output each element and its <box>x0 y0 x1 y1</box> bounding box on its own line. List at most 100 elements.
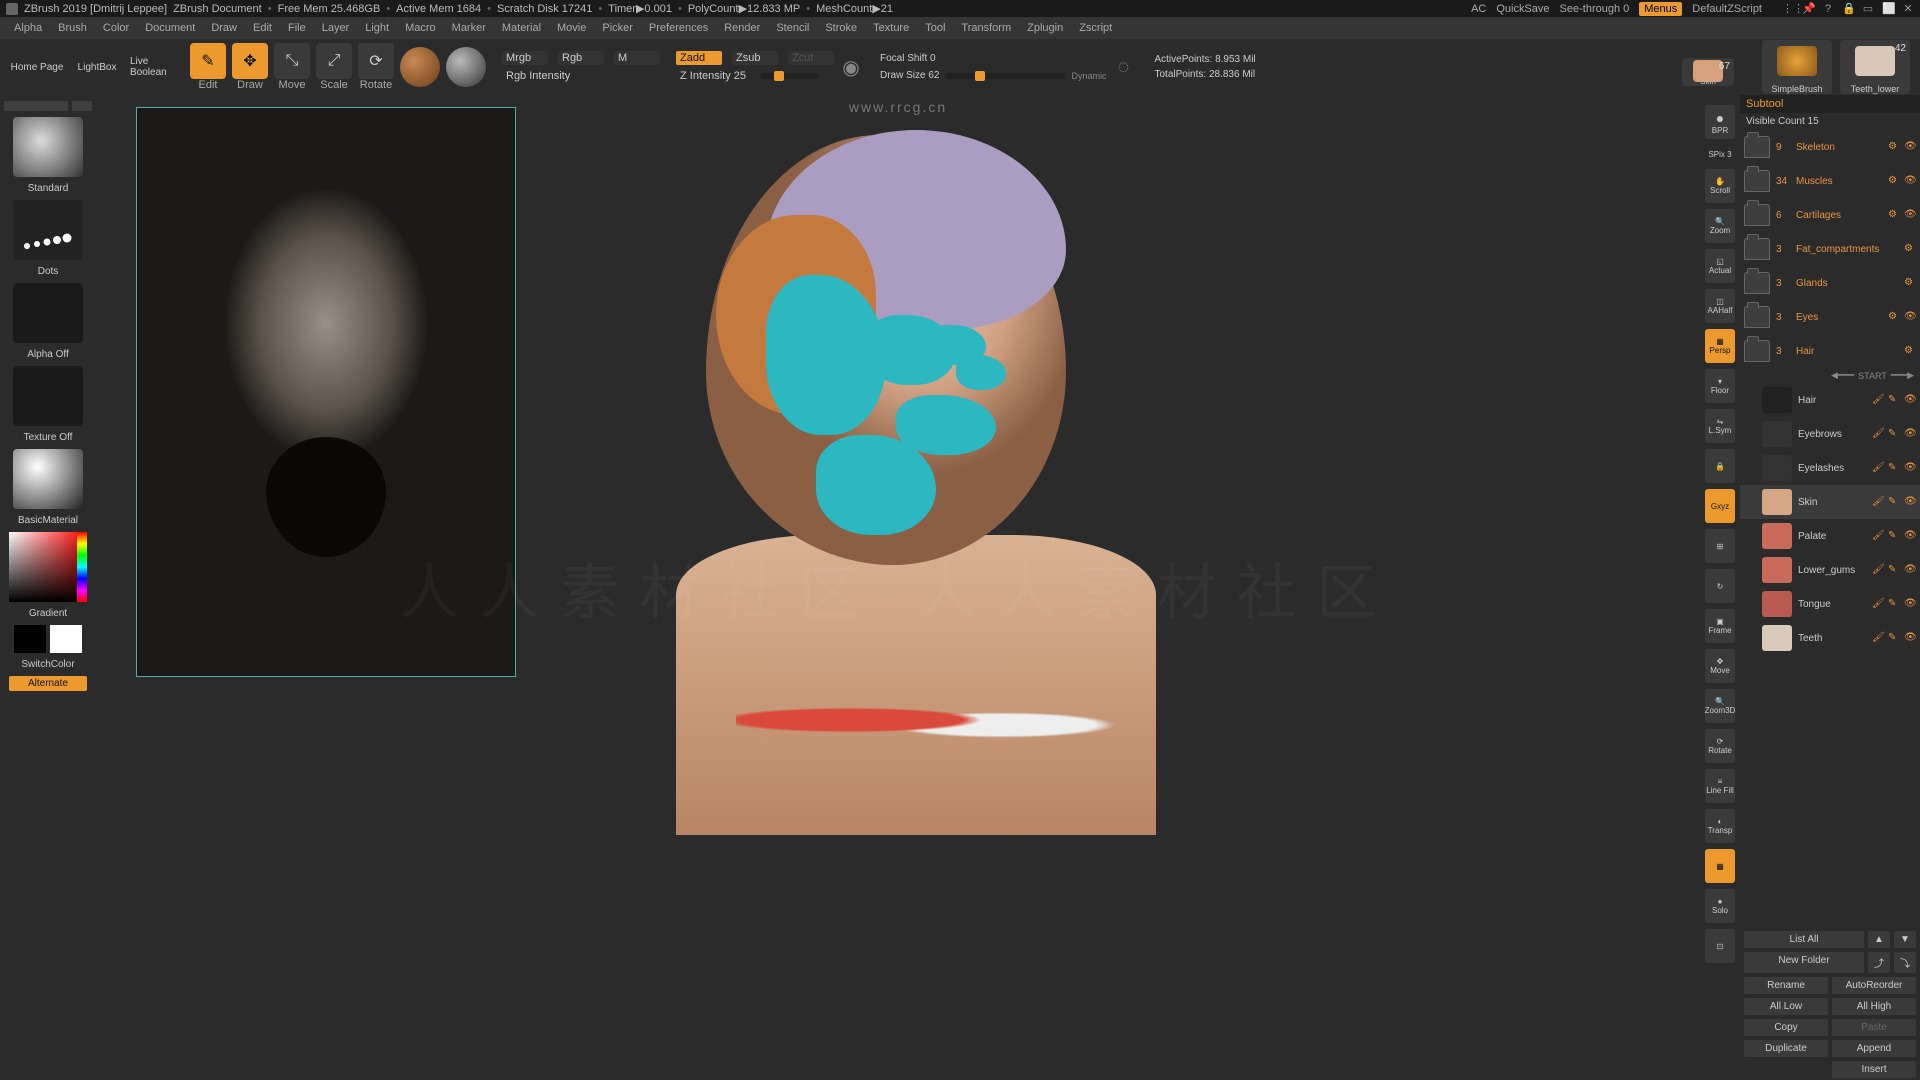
folder-eyes[interactable]: 3Eyes⚙👁 <box>1740 300 1920 334</box>
live-boolean-button[interactable]: Live Boolean <box>130 44 184 90</box>
allhigh-button[interactable]: All High <box>1832 998 1916 1015</box>
folder-cartilages[interactable]: 6Cartilages⚙👁 <box>1740 198 1920 232</box>
refresh-icon[interactable]: ↻ <box>1705 569 1735 603</box>
zoom-button[interactable]: 🔍Zoom <box>1705 209 1735 243</box>
dynamesh-icon[interactable]: ▦ <box>1705 849 1735 883</box>
item-eyelashes[interactable]: Eyelashes🖌✎👁 <box>1740 451 1920 485</box>
stabilize-icon[interactable]: ◉ <box>842 55 859 80</box>
bpr-button[interactable]: ●BPR <box>1705 105 1735 139</box>
actual-button[interactable]: ◱Actual <box>1705 249 1735 283</box>
folder-fat[interactable]: 3Fat_compartments⚙ <box>1740 232 1920 266</box>
close-icon[interactable]: ✕ <box>1902 3 1914 15</box>
material-thumbnail[interactable] <box>13 449 83 509</box>
minimize-icon[interactable]: ▭ <box>1862 3 1874 15</box>
reference-image-panel[interactable] <box>136 107 516 677</box>
menu-color[interactable]: Color <box>103 22 129 34</box>
menu-render[interactable]: Render <box>724 22 760 34</box>
zadd-button[interactable]: Zadd <box>676 51 722 65</box>
menu-texture[interactable]: Texture <box>873 22 909 34</box>
draw-mode-button[interactable]: ✥ <box>232 43 268 79</box>
alternate-button[interactable]: Alternate <box>9 676 87 691</box>
item-eyebrows[interactable]: Eyebrows🖌✎👁 <box>1740 417 1920 451</box>
alllow-button[interactable]: All Low <box>1744 998 1828 1015</box>
move-down-button[interactable]: ▼ <box>1894 931 1916 948</box>
folder-glands[interactable]: 3Glands⚙ <box>1740 266 1920 300</box>
alpha-thumbnail[interactable] <box>13 283 83 343</box>
switchcolor-button[interactable]: SwitchColor <box>21 659 74 670</box>
texture-thumbnail[interactable] <box>13 366 83 426</box>
duplicate-button[interactable]: Duplicate <box>1744 1040 1828 1057</box>
menu-edit[interactable]: Edit <box>253 22 272 34</box>
frame-button[interactable]: ▣Frame <box>1705 609 1735 643</box>
persp-button[interactable]: ▦Persp <box>1705 329 1735 363</box>
maximize-icon[interactable]: ⬜ <box>1882 3 1894 15</box>
menu-file[interactable]: File <box>288 22 306 34</box>
menu-marker[interactable]: Marker <box>452 22 486 34</box>
copy-button[interactable]: Copy <box>1744 1019 1828 1036</box>
secondary-swatch[interactable] <box>50 625 82 653</box>
main-swatch[interactable] <box>14 625 46 653</box>
listall-button[interactable]: List All <box>1744 931 1864 948</box>
scale-mode-button[interactable]: ⤢ <box>316 43 352 79</box>
z-intensity-label[interactable]: Z Intensity 25 <box>676 69 750 83</box>
floor-button[interactable]: ▾Floor <box>1705 369 1735 403</box>
lightbox-button[interactable]: LightBox <box>70 44 124 90</box>
mrgb-button[interactable]: Mrgb <box>502 51 548 65</box>
menu-tool[interactable]: Tool <box>925 22 945 34</box>
autoreorder-button[interactable]: AutoReorder <box>1832 977 1916 994</box>
menu-brush[interactable]: Brush <box>58 22 87 34</box>
item-tongue[interactable]: Tongue🖌✎👁 <box>1740 587 1920 621</box>
spix-label[interactable]: SPix 3 <box>1705 145 1735 163</box>
zcut-button[interactable]: Zcut <box>788 51 834 65</box>
lsym-button[interactable]: ⇋L.Sym <box>1705 409 1735 443</box>
color-picker[interactable] <box>9 532 87 602</box>
rotate-mode-button[interactable]: ⟳ <box>358 43 394 79</box>
solo-button[interactable]: ●Solo <box>1705 889 1735 923</box>
draw-size-label[interactable]: Draw Size 62 <box>880 70 939 81</box>
m-button[interactable]: M <box>614 51 660 65</box>
paste-button[interactable]: Paste <box>1832 1019 1916 1036</box>
gradient-label[interactable]: Gradient <box>29 608 67 619</box>
brush-thumbnail[interactable] <box>13 117 83 177</box>
rgb-button[interactable]: Rgb <box>558 51 604 65</box>
xpose-icon[interactable]: ⊞ <box>1705 529 1735 563</box>
focal-shift-label[interactable]: Focal Shift 0 <box>880 53 936 64</box>
viewport-canvas[interactable]: www.rrcg.cn 人人素材社区 人人素材社区 <box>96 95 1700 1080</box>
menu-material[interactable]: Material <box>502 22 541 34</box>
scroll-button[interactable]: ✋Scroll <box>1705 169 1735 203</box>
linefill-button[interactable]: ≡Line Fill <box>1705 769 1735 803</box>
menu-preferences[interactable]: Preferences <box>649 22 708 34</box>
menu-stencil[interactable]: Stencil <box>776 22 809 34</box>
menus-toggle[interactable]: Menus <box>1639 2 1682 16</box>
item-lowergums[interactable]: Lower_gums🖌✎👁 <box>1740 553 1920 587</box>
active-color-swatch[interactable] <box>400 47 440 87</box>
tool-skin[interactable]: 67 Skin <box>1682 58 1734 86</box>
secondary-color-swatch[interactable] <box>446 47 486 87</box>
item-teeth[interactable]: Teeth🖌✎👁 <box>1740 621 1920 655</box>
folder-skeleton[interactable]: 9Skeleton⚙👁 <box>1740 130 1920 164</box>
help-icon[interactable]: ? <box>1822 3 1834 15</box>
item-skin[interactable]: Skin🖌✎👁 <box>1740 485 1920 519</box>
subtool-list[interactable]: 9Skeleton⚙👁 34Muscles⚙👁 6Cartilages⚙👁 3F… <box>1740 130 1920 929</box>
home-page-button[interactable]: Home Page <box>10 44 64 90</box>
move-mode-button[interactable]: ⤡ <box>274 43 310 79</box>
item-palate[interactable]: Palate🖌✎👁 <box>1740 519 1920 553</box>
item-hair[interactable]: Hair🖌✎👁 <box>1740 383 1920 417</box>
lock-icon[interactable]: 🔒 <box>1842 3 1854 15</box>
menu-document[interactable]: Document <box>145 22 195 34</box>
zsub-button[interactable]: Zsub <box>732 51 778 65</box>
folder-up-button[interactable]: ⤴ <box>1868 952 1890 973</box>
aahalf-button[interactable]: ◫AAHalf <box>1705 289 1735 323</box>
gxyz-button[interactable]: Gxyz <box>1705 489 1735 523</box>
menu-zplugin[interactable]: Zplugin <box>1027 22 1063 34</box>
lock-icon[interactable]: 🔒 <box>1705 449 1735 483</box>
edit-mode-button[interactable]: ✎ <box>190 43 226 79</box>
dynamic-toggle[interactable]: Dynamic <box>1071 71 1106 81</box>
quicksave-button[interactable]: QuickSave <box>1496 3 1549 15</box>
menu-picker[interactable]: Picker <box>602 22 633 34</box>
polyframe-icon[interactable]: ⊡ <box>1705 929 1735 963</box>
default-zscript[interactable]: DefaultZScript <box>1692 3 1762 15</box>
menu-light[interactable]: Light <box>365 22 389 34</box>
tool-simplebrush[interactable]: SimpleBrush <box>1762 40 1832 94</box>
move-up-button[interactable]: ▲ <box>1868 931 1890 948</box>
